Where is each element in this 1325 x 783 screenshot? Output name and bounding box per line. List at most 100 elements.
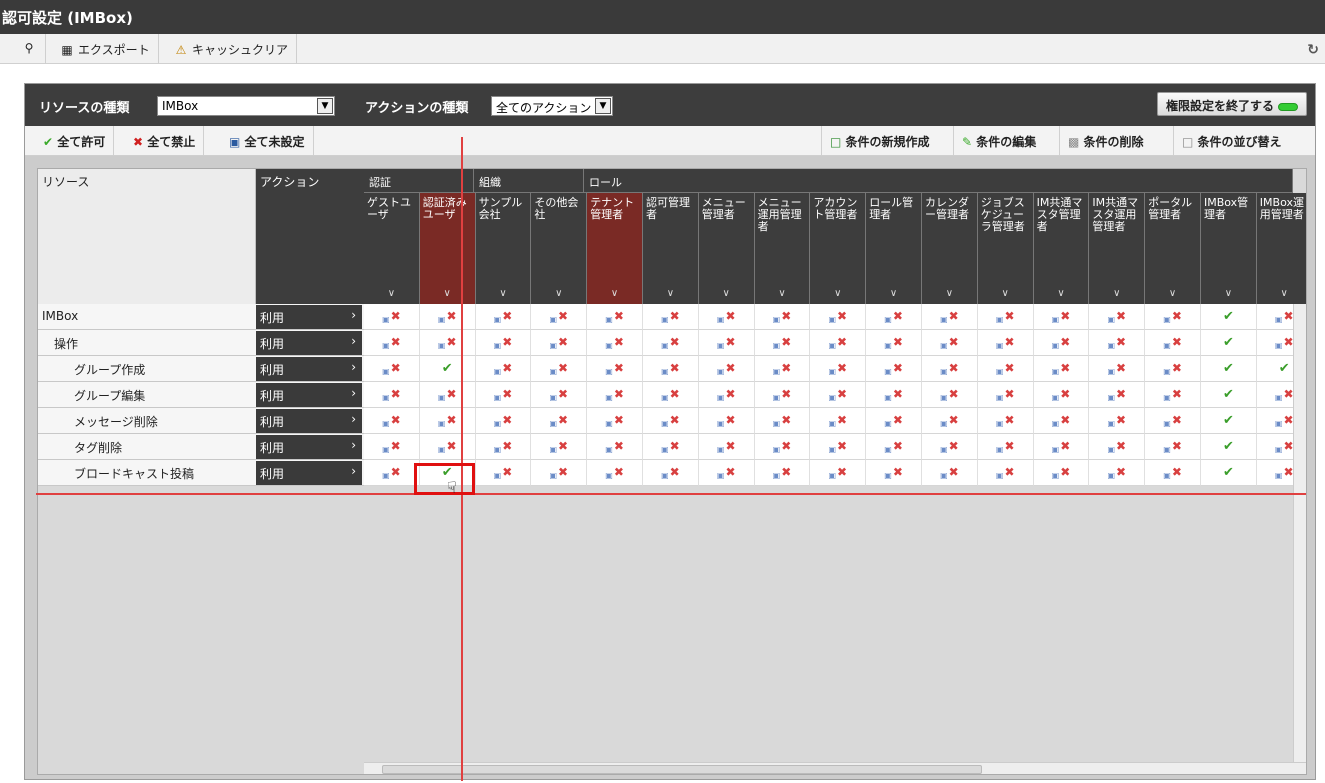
permission-cell[interactable]: ▣✖ [977, 408, 1034, 434]
permission-cell[interactable]: ▣✖ [1089, 408, 1146, 434]
permission-cell[interactable]: ▣✖ [754, 460, 811, 486]
permission-cell[interactable]: ▣✖ [698, 382, 755, 408]
permission-cell[interactable]: ✔ [419, 356, 476, 382]
permission-cell[interactable]: ✔ [1201, 382, 1257, 408]
chevron-down-icon[interactable]: ∨ [1034, 288, 1089, 300]
action-cell[interactable]: 利用 › [256, 305, 362, 329]
table-row[interactable]: 操作 利用 › [38, 330, 364, 356]
permission-cell[interactable]: ▣✖ [977, 434, 1034, 460]
permission-cell[interactable]: ▣✖ [475, 434, 532, 460]
permission-cell[interactable]: ▣✖ [1033, 356, 1090, 382]
column-header[interactable]: IMBox運用管理者 ∨ [1256, 193, 1306, 304]
permission-cell[interactable]: ▣✖ [1033, 304, 1090, 330]
unset-all-button[interactable]: ▣ 全て未設定 [221, 126, 314, 155]
permission-cell[interactable]: ▣✖ [866, 460, 922, 486]
chevron-down-icon[interactable]: ∨ [1257, 288, 1306, 300]
column-header[interactable]: ゲストユーザ ∨ [364, 193, 420, 304]
chevron-down-icon[interactable]: ∨ [755, 288, 810, 300]
permission-cell[interactable]: ▣✖ [698, 434, 755, 460]
permission-cell[interactable]: ▣✖ [1145, 408, 1201, 434]
permission-cell[interactable]: ▣✖ [810, 304, 867, 330]
permission-cell[interactable]: ▣✖ [531, 408, 588, 434]
permission-cell[interactable]: ▣✖ [922, 330, 978, 356]
permission-cell[interactable]: ▣✖ [810, 408, 867, 434]
column-header[interactable]: IM共通マスタ管理者 ∨ [1033, 193, 1090, 304]
permission-cell[interactable]: ▣✖ [419, 304, 476, 330]
permission-cell[interactable]: ▣✖ [643, 356, 699, 382]
permission-cell[interactable]: ▣✖ [866, 408, 922, 434]
chevron-down-icon[interactable]: ∨ [1145, 288, 1200, 300]
permission-cell[interactable]: ▣✖ [475, 304, 532, 330]
chevron-down-icon[interactable]: ∨ [531, 288, 586, 300]
permission-cell[interactable]: ▣✖ [475, 356, 532, 382]
permission-cell[interactable]: ▣✖ [475, 408, 532, 434]
column-header[interactable]: IM共通マスタ運用管理者 ∨ [1089, 193, 1146, 304]
table-row[interactable]: グループ編集 利用 › [38, 382, 364, 408]
permission-cell[interactable]: ▣✖ [922, 304, 978, 330]
permission-cell[interactable]: ▣✖ [364, 356, 420, 382]
export-button[interactable]: ▦ エクスポート [52, 34, 159, 64]
permission-cell[interactable]: ▣✖ [810, 330, 867, 356]
column-header[interactable]: その他会社 ∨ [531, 193, 588, 304]
column-header[interactable]: 認可管理者 ∨ [643, 193, 699, 304]
permission-cell[interactable]: ▣✖ [643, 382, 699, 408]
permission-cell[interactable]: ▣✖ [754, 408, 811, 434]
column-header[interactable]: ロール管理者 ∨ [866, 193, 922, 304]
permission-cell[interactable]: ▣✖ [1145, 382, 1201, 408]
permission-cell[interactable]: ✔ [1201, 434, 1257, 460]
permission-cell[interactable]: ▣✖ [419, 434, 476, 460]
column-header[interactable]: アカウント管理者 ∨ [810, 193, 867, 304]
table-row[interactable]: ブロードキャスト投稿 利用 › [38, 460, 364, 486]
permission-cell[interactable]: ▣✖ [1089, 304, 1146, 330]
permission-cell[interactable]: ▣✖ [364, 408, 420, 434]
permission-cell[interactable]: ▣✖ [643, 408, 699, 434]
permission-cell[interactable]: ▣✖ [531, 460, 588, 486]
permission-cell[interactable]: ▣✖ [754, 330, 811, 356]
permission-cell[interactable]: ▣✖ [698, 304, 755, 330]
table-row[interactable]: グループ作成 利用 › [38, 356, 364, 382]
edit-condition-button[interactable]: ✎ 条件の編集 [953, 126, 1044, 155]
permission-cell[interactable]: ▣✖ [1033, 382, 1090, 408]
permission-cell[interactable]: ▣✖ [364, 434, 420, 460]
permission-cell[interactable]: ▣✖ [364, 460, 420, 486]
permission-cell[interactable]: ▣✖ [922, 434, 978, 460]
permission-cell[interactable]: ▣✖ [364, 304, 420, 330]
chevron-down-icon[interactable]: ∨ [587, 288, 642, 300]
chevron-down-icon[interactable]: ∨ [420, 288, 475, 300]
permission-cell[interactable]: ▣✖ [1089, 356, 1146, 382]
delete-condition-button[interactable]: ▩ 条件の削除 [1059, 126, 1152, 155]
column-header[interactable]: メニュー管理者 ∨ [698, 193, 755, 304]
horizontal-scrollbar[interactable] [364, 762, 1306, 774]
chevron-down-icon[interactable]: ∨ [643, 288, 698, 300]
permission-cell[interactable]: ▣✖ [1089, 434, 1146, 460]
permission-cell[interactable]: ▣✖ [1145, 460, 1201, 486]
chevron-down-icon[interactable]: ∨ [810, 288, 865, 300]
column-header[interactable]: ポータル管理者 ∨ [1145, 193, 1201, 304]
permission-cell[interactable]: ✔ [1201, 304, 1257, 330]
permission-cell[interactable]: ▣✖ [643, 460, 699, 486]
chevron-down-icon[interactable]: ∨ [476, 288, 531, 300]
column-header[interactable]: IMBox管理者 ∨ [1201, 193, 1257, 304]
permission-cell[interactable]: ▣✖ [1033, 434, 1090, 460]
permission-cell[interactable]: ▣✖ [531, 382, 588, 408]
permission-cell[interactable]: ▣✖ [922, 356, 978, 382]
permission-cell[interactable]: ▣✖ [866, 356, 922, 382]
permission-cell[interactable]: ▣✖ [419, 382, 476, 408]
deny-all-button[interactable]: ✖ 全て禁止 [125, 126, 205, 155]
permission-cell[interactable]: ▣✖ [866, 434, 922, 460]
permission-cell[interactable]: ▣✖ [698, 330, 755, 356]
permission-cell[interactable]: ▣✖ [698, 356, 755, 382]
permission-cell[interactable]: ▣✖ [475, 460, 532, 486]
permission-cell[interactable]: ▣✖ [587, 434, 643, 460]
vertical-scrollbar[interactable] [1293, 304, 1306, 762]
permission-cell[interactable]: ▣✖ [475, 382, 532, 408]
permission-cell[interactable]: ▣✖ [977, 330, 1034, 356]
permission-cell[interactable]: ▣✖ [754, 356, 811, 382]
chevron-down-icon[interactable]: ∨ [699, 288, 754, 300]
action-type-select[interactable]: 全てのアクション ▼ [491, 96, 613, 116]
permission-cell[interactable]: ▣✖ [922, 408, 978, 434]
permission-cell[interactable]: ▣✖ [866, 330, 922, 356]
search-button[interactable]: ⚲ [14, 34, 46, 64]
permission-cell[interactable]: ▣✖ [866, 382, 922, 408]
permission-cell[interactable]: ▣✖ [643, 304, 699, 330]
